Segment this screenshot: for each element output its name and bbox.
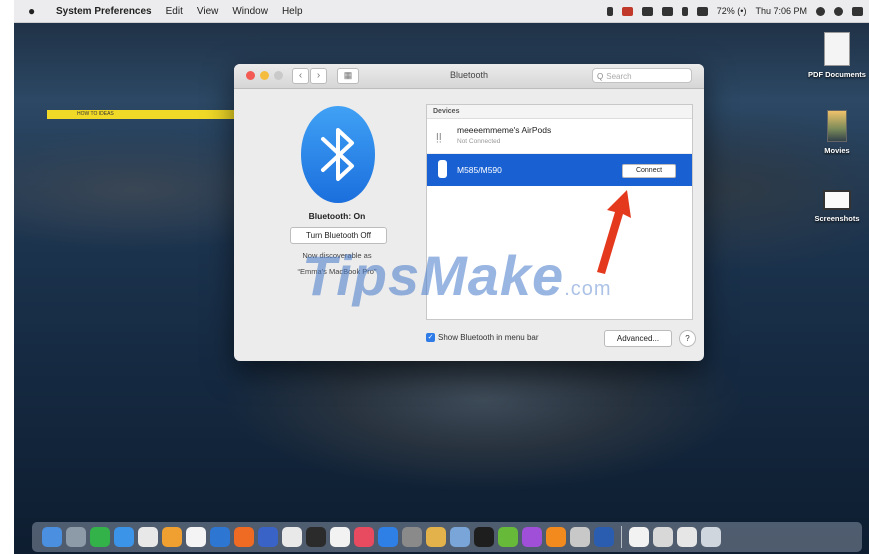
cloud-icon[interactable] (661, 6, 673, 16)
menu-window[interactable]: Window (232, 6, 268, 17)
display-icon[interactable] (641, 6, 653, 16)
menu-edit[interactable]: Edit (166, 6, 183, 17)
bluetooth-status: Bluetooth: On (308, 211, 366, 221)
device-row-airpods[interactable]: ᴉᴉ meeeemmeme's AirPods Not Connected (427, 119, 692, 154)
turn-bluetooth-off-button[interactable]: Turn Bluetooth Off (290, 227, 387, 244)
calendar-icon[interactable] (186, 527, 206, 547)
desktop-item-label: PDF Documents (808, 70, 866, 79)
dock (32, 522, 862, 552)
utility-icon[interactable] (570, 527, 590, 547)
documents-stack-icon[interactable] (629, 527, 649, 547)
safari-icon[interactable] (114, 527, 134, 547)
connect-button[interactable]: Connect (622, 164, 676, 178)
screenshots-stack-icon[interactable] (677, 527, 697, 547)
menu-bar: ● System Preferences Edit View Window He… (14, 0, 869, 23)
show-in-menu-bar-checkbox[interactable]: ✓ Show Bluetooth in menu bar (426, 333, 539, 342)
app-store-icon[interactable] (210, 527, 230, 547)
advanced-button[interactable]: Advanced... (604, 330, 672, 347)
contacts-icon[interactable] (162, 527, 182, 547)
device-name: meeeemmeme's AirPods (457, 125, 552, 135)
airpods-icon: ᴉᴉ (436, 128, 442, 143)
facetime-icon[interactable] (90, 527, 110, 547)
show-in-menu-bar-label: Show Bluetooth in menu bar (438, 333, 539, 342)
bluetooth-menu-icon[interactable] (681, 6, 688, 16)
desktop-item-pdf-documents[interactable]: PDF Documents (807, 32, 867, 79)
app-store-alt-icon[interactable] (378, 527, 398, 547)
android-icon[interactable] (498, 527, 518, 547)
desktop-item-label: Screenshots (814, 214, 860, 223)
launchpad-icon[interactable] (66, 527, 86, 547)
watermark: TipsMake.com (302, 243, 612, 308)
checkmark-icon: ✓ (426, 333, 435, 342)
firefox-icon[interactable] (234, 527, 254, 547)
apple-menu-icon[interactable]: ● (28, 4, 44, 18)
podcasts-icon[interactable] (522, 527, 542, 547)
device-status: Not Connected (457, 138, 501, 145)
watermark-tld: .com (564, 278, 612, 300)
desktop-item-movies[interactable]: Movies (807, 110, 867, 155)
battery-indicator[interactable]: 72% (•) (717, 6, 747, 16)
search-icon: Q (597, 72, 604, 81)
trash-icon[interactable] (701, 527, 721, 547)
siri-icon[interactable] (834, 6, 843, 16)
desktop-screen: ● System Preferences Edit View Window He… (14, 0, 869, 554)
photos-icon[interactable] (138, 527, 158, 547)
document-icon (824, 32, 850, 66)
settings-icon[interactable] (306, 527, 326, 547)
mouse-icon (438, 160, 447, 178)
status-area: 72% (•) Thu 7:06 PM (606, 0, 863, 22)
menu-help[interactable]: Help (282, 6, 303, 17)
movie-icon (827, 110, 847, 142)
notification-center-icon[interactable] (852, 6, 863, 16)
device-row-mouse[interactable]: M585/M590 Connect (427, 154, 692, 186)
desktop-item-screenshots[interactable]: Screenshots (807, 190, 867, 223)
menu-app-name[interactable]: System Preferences (56, 6, 152, 17)
finder-icon[interactable] (42, 527, 62, 547)
spotlight-icon[interactable] (816, 6, 825, 16)
dock-separator (621, 526, 622, 548)
screenshot-icon (823, 190, 851, 210)
word-icon[interactable] (594, 527, 614, 547)
app-status-icon[interactable] (621, 6, 633, 16)
vlc-icon[interactable] (546, 527, 566, 547)
highlight-strip: HOW TO IDEAS (47, 110, 247, 119)
location-icon[interactable] (606, 6, 613, 16)
music-icon[interactable] (354, 527, 374, 547)
window-titlebar[interactable]: ‹ › ▦ Bluetooth Q Search (234, 64, 704, 89)
devices-header: Devices (427, 105, 692, 119)
bluetooth-logo-icon (301, 106, 375, 203)
device-name: M585/M590 (457, 165, 502, 175)
system-preferences-icon[interactable] (402, 527, 422, 547)
books-icon[interactable] (330, 527, 350, 547)
help-button[interactable]: ? (679, 330, 696, 347)
search-input[interactable]: Q Search (592, 68, 692, 83)
search-placeholder: Search (606, 72, 632, 81)
bluetooth-rune-icon (321, 128, 354, 181)
downloads-stack-icon[interactable] (653, 527, 673, 547)
browser-icon[interactable] (258, 527, 278, 547)
desktop-item-label: Movies (824, 146, 850, 155)
menu-clock[interactable]: Thu 7:06 PM (755, 6, 807, 16)
preview-icon[interactable] (426, 527, 446, 547)
wifi-icon[interactable] (696, 6, 708, 16)
chrome-icon[interactable] (282, 527, 302, 547)
terminal-icon[interactable] (474, 527, 494, 547)
watermark-main: TipsMake (302, 244, 565, 307)
menu-view[interactable]: View (197, 6, 219, 17)
notes-icon[interactable] (450, 527, 470, 547)
